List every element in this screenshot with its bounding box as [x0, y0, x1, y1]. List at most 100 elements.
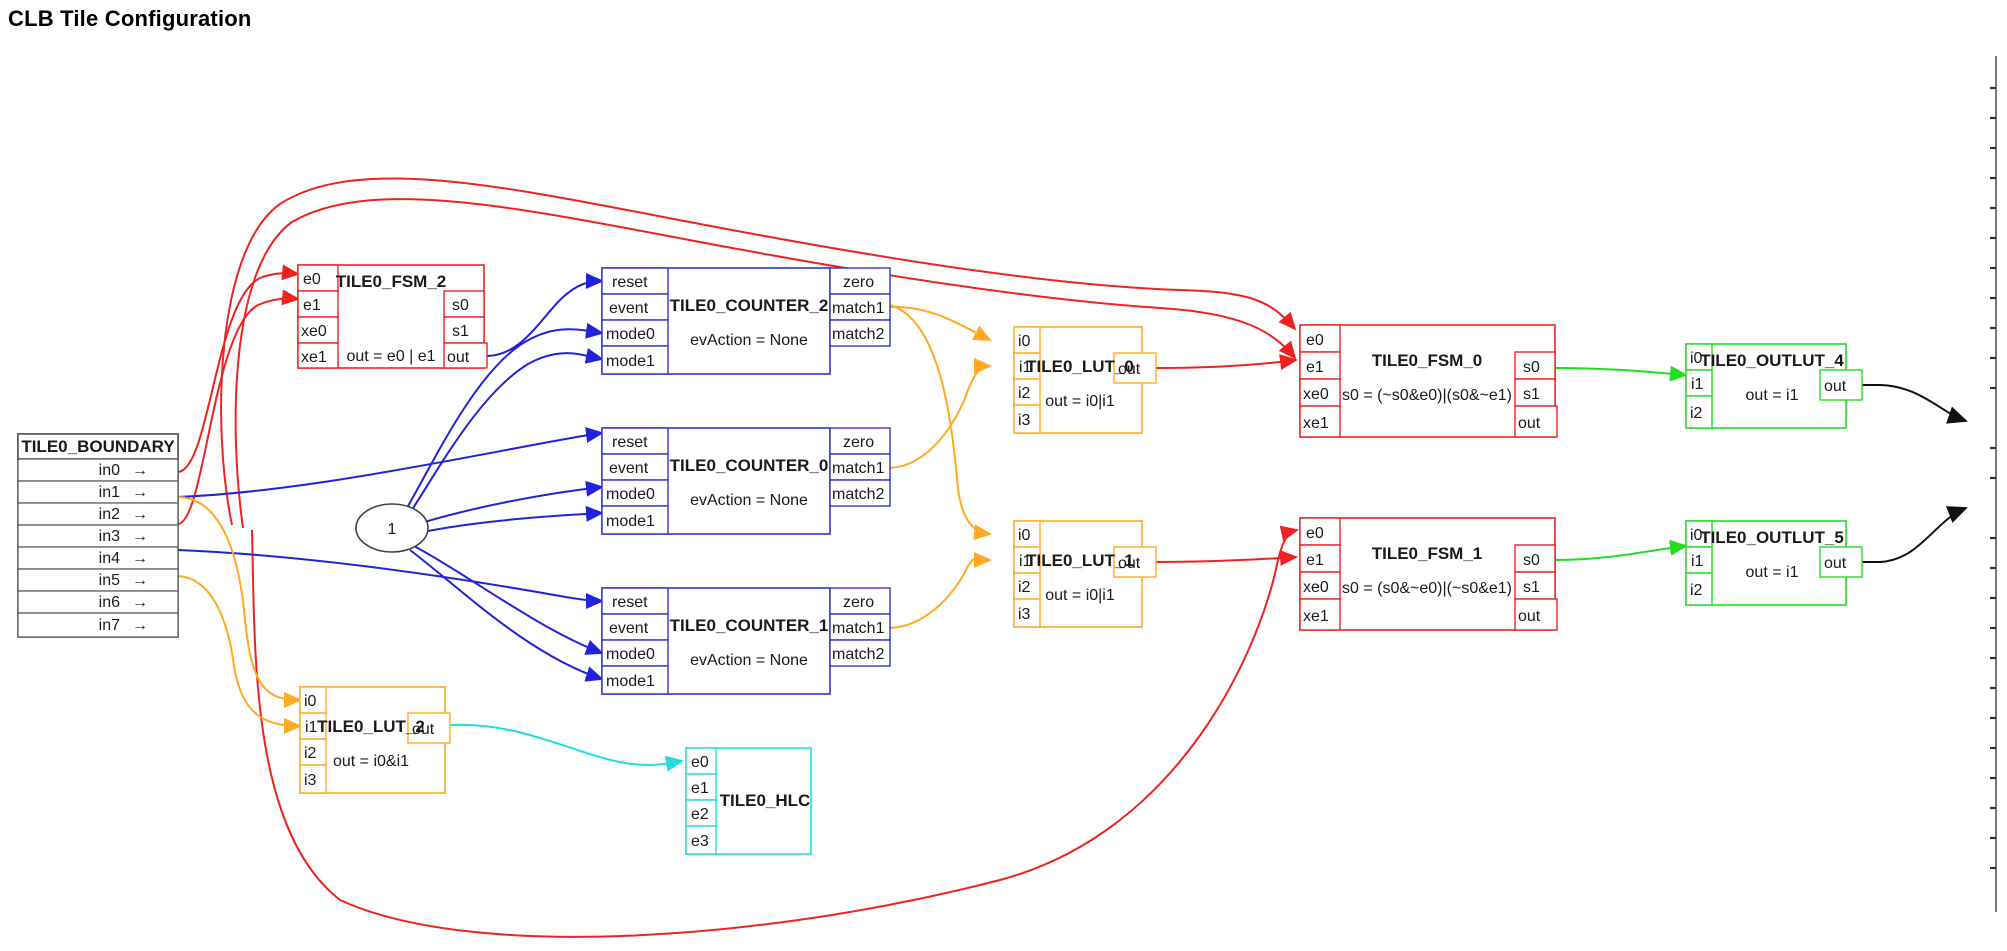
fsm1-port-e0[interactable]: e0	[1306, 525, 1324, 542]
constant-node[interactable]: 1	[355, 503, 429, 553]
counter0-port-match1[interactable]: match1	[832, 460, 885, 477]
lut2-port-i2[interactable]: i2	[304, 745, 317, 762]
fsm0-output-ports[interactable]: s0 s1 out	[1514, 351, 1558, 438]
counter2-port-mode0[interactable]: mode0	[606, 326, 655, 343]
fsm1-port-xe0[interactable]: xe0	[1303, 579, 1329, 596]
counter2-port-match2[interactable]: match2	[832, 326, 885, 343]
lut0-input-ports[interactable]: i0 i1 i2 i3	[1013, 326, 1041, 434]
fsm2-port-xe0[interactable]: xe0	[301, 323, 327, 340]
outlut4-port-i2[interactable]: i2	[1690, 405, 1703, 422]
counter1-port-reset[interactable]: reset	[612, 594, 648, 611]
boundary-port-in5[interactable]: in5	[99, 572, 120, 589]
block-outlut4[interactable]: i0 i1 i2 out TILE0_OUTLUT_4 out = i1	[1685, 343, 1863, 429]
block-lut1[interactable]: i0 i1 i2 i3 out TILE0_LUT_1 out = i0|i1	[1013, 520, 1157, 628]
fsm0-port-xe1[interactable]: xe1	[1303, 415, 1329, 432]
fsm0-port-s1[interactable]: s1	[1523, 386, 1540, 403]
outlut5-output-ports[interactable]: out	[1819, 546, 1863, 578]
counter2-port-reset[interactable]: reset	[612, 274, 648, 291]
lut0-port-i3[interactable]: i3	[1018, 412, 1031, 429]
counter0-input-ports[interactable]: reset event mode0 mode1	[601, 427, 669, 535]
counter1-port-mode1[interactable]: mode1	[606, 673, 655, 690]
counter1-port-match2[interactable]: match2	[832, 646, 885, 663]
fsm0-port-s0[interactable]: s0	[1523, 359, 1540, 376]
fsm2-port-e1[interactable]: e1	[303, 297, 321, 314]
counter1-port-mode0[interactable]: mode0	[606, 646, 655, 663]
counter1-port-event[interactable]: event	[609, 620, 649, 637]
fsm0-port-e0[interactable]: e0	[1306, 332, 1324, 349]
counter2-port-event[interactable]: event	[609, 300, 649, 317]
counter0-port-zero[interactable]: zero	[843, 434, 874, 451]
fsm1-input-ports[interactable]: e0 e1 xe0 xe1	[1299, 517, 1341, 631]
lut1-input-ports[interactable]: i0 i1 i2 i3	[1013, 520, 1041, 628]
fsm2-input-ports[interactable]: e0 e1 xe0 xe1	[297, 264, 339, 369]
hlc-port-e2[interactable]: e2	[691, 806, 709, 823]
counter2-port-zero[interactable]: zero	[843, 274, 874, 291]
lut0-port-i0[interactable]: i0	[1018, 333, 1031, 350]
boundary-port-in3[interactable]: in3	[99, 528, 120, 545]
counter0-port-mode0[interactable]: mode0	[606, 486, 655, 503]
lut2-input-ports[interactable]: i0 i1 i2 i3	[299, 686, 327, 794]
counter2-port-match1[interactable]: match1	[832, 300, 885, 317]
fsm1-output-ports[interactable]: s0 s1 out	[1514, 544, 1558, 631]
counter1-input-ports[interactable]: reset event mode0 mode1	[601, 587, 669, 695]
outlut5-port-i2[interactable]: i2	[1690, 582, 1703, 599]
fsm1-port-out[interactable]: out	[1518, 608, 1541, 625]
outlut4-output-ports[interactable]: out	[1819, 369, 1863, 401]
block-outlut5[interactable]: i0 i1 i2 out TILE0_OUTLUT_5 out = i1	[1685, 520, 1863, 606]
counter2-input-ports[interactable]: reset event mode0 mode1	[601, 267, 669, 375]
hlc-port-e0[interactable]: e0	[691, 754, 709, 771]
fsm2-port-s1[interactable]: s1	[452, 323, 469, 340]
lut2-port-i0[interactable]: i0	[304, 693, 317, 710]
counter0-port-event[interactable]: event	[609, 460, 649, 477]
counter0-port-mode1[interactable]: mode1	[606, 513, 655, 530]
block-fsm2[interactable]: e0 e1 xe0 xe1 s0 s1 out TILE0_FSM_2 out …	[297, 264, 488, 369]
counter0-port-reset[interactable]: reset	[612, 434, 648, 451]
lut0-port-i2[interactable]: i2	[1018, 385, 1031, 402]
fsm1-port-s0[interactable]: s0	[1523, 552, 1540, 569]
fsm1-port-xe1[interactable]: xe1	[1303, 608, 1329, 625]
boundary-block[interactable]: TILE0_BOUNDARY in0 in1 in2 in3 in4 in5 i…	[17, 433, 179, 638]
lut1-port-i0[interactable]: i0	[1018, 527, 1031, 544]
block-counter1[interactable]: reset event mode0 mode1 zero match1 matc…	[601, 587, 891, 695]
block-counter0[interactable]: reset event mode0 mode1 zero match1 matc…	[601, 427, 891, 535]
lut1-port-i2[interactable]: i2	[1018, 579, 1031, 596]
hlc-port-e1[interactable]: e1	[691, 780, 709, 797]
lut2-port-i1[interactable]: i1	[305, 719, 318, 736]
outlut5-port-out[interactable]: out	[1824, 555, 1847, 572]
hlc-port-e3[interactable]: e3	[691, 833, 709, 850]
lut2-port-i3[interactable]: i3	[304, 772, 317, 789]
counter1-port-zero[interactable]: zero	[843, 594, 874, 611]
counter2-port-mode1[interactable]: mode1	[606, 353, 655, 370]
counter0-output-ports[interactable]: zero match1 match2	[829, 427, 891, 507]
fsm1-port-s1[interactable]: s1	[1523, 579, 1540, 596]
boundary-port-in0[interactable]: in0	[99, 462, 120, 479]
fsm2-port-e0[interactable]: e0	[303, 271, 321, 288]
counter1-output-ports[interactable]: zero match1 match2	[829, 587, 891, 667]
counter1-port-match1[interactable]: match1	[832, 620, 885, 637]
fsm1-port-e1[interactable]: e1	[1306, 552, 1324, 569]
outlut4-port-out[interactable]: out	[1824, 378, 1847, 395]
outlut5-port-i1[interactable]: i1	[1691, 553, 1704, 570]
fsm2-port-out[interactable]: out	[447, 349, 470, 366]
block-hlc[interactable]: e0 e1 e2 e3 TILE0_HLC	[685, 747, 812, 855]
fsm2-port-xe1[interactable]: xe1	[301, 349, 327, 366]
fsm0-input-ports[interactable]: e0 e1 xe0 xe1	[1299, 324, 1341, 438]
boundary-port-in6[interactable]: in6	[99, 594, 120, 611]
block-fsm1[interactable]: e0 e1 xe0 xe1 s0 s1 out TILE0_FSM_1 s0 =…	[1299, 517, 1558, 631]
fsm2-port-s0[interactable]: s0	[452, 297, 469, 314]
fsm0-port-out[interactable]: out	[1518, 415, 1541, 432]
block-fsm0[interactable]: e0 e1 xe0 xe1 s0 s1 out TILE0_FSM_0 s0 =…	[1299, 324, 1558, 438]
boundary-port-in1[interactable]: in1	[99, 484, 120, 501]
fsm0-port-e1[interactable]: e1	[1306, 359, 1324, 376]
hlc-input-ports[interactable]: e0 e1 e2 e3	[685, 747, 717, 855]
fsm2-output-ports[interactable]: s0 s1 out	[443, 290, 488, 369]
boundary-port-in4[interactable]: in4	[99, 550, 120, 567]
block-lut0[interactable]: i0 i1 i2 i3 out TILE0_LUT_0 out = i0|i1	[1013, 326, 1157, 434]
outlut4-port-i1[interactable]: i1	[1691, 376, 1704, 393]
boundary-port-in7[interactable]: in7	[99, 617, 120, 634]
boundary-port-in2[interactable]: in2	[99, 506, 120, 523]
counter0-port-match2[interactable]: match2	[832, 486, 885, 503]
block-counter2[interactable]: reset event mode0 mode1 zero match1 matc…	[601, 267, 891, 375]
fsm0-port-xe0[interactable]: xe0	[1303, 386, 1329, 403]
block-lut2[interactable]: i0 i1 i2 i3 out TILE0_LUT_2 out = i0&i1	[299, 686, 451, 794]
